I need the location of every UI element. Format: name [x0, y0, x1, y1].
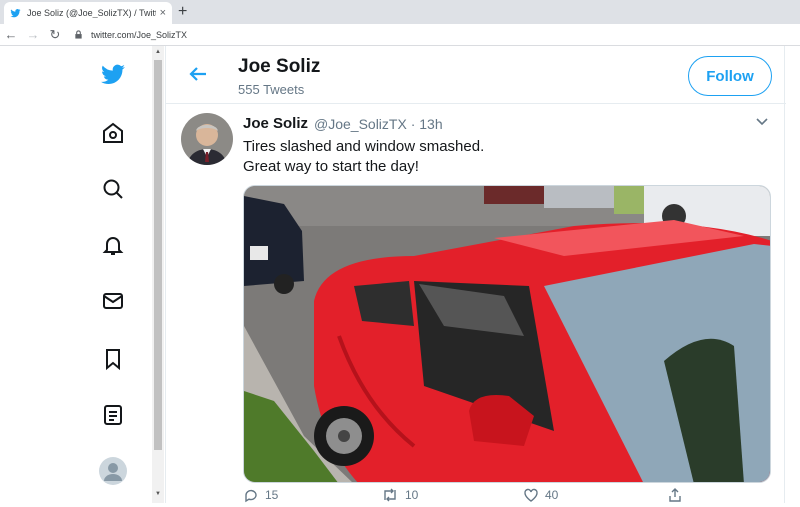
author-handle-time: @Joe_SolizTX · 13h [314, 116, 443, 132]
tweet-actions: 15 10 40 [243, 487, 771, 507]
like-count: 40 [545, 488, 559, 502]
scrollbar-thumb[interactable] [154, 60, 162, 450]
browser-tab[interactable]: Joe Soliz (@Joe_SolizTX) / Twitter × [4, 2, 172, 24]
retweet-icon [384, 488, 396, 502]
share-action[interactable] [667, 487, 683, 503]
lists-icon[interactable] [98, 400, 128, 430]
like-action[interactable]: 40 [523, 487, 558, 503]
page-scrollbar[interactable]: ▲ ▼ [152, 46, 164, 503]
scroll-down-arrow-icon[interactable]: ▼ [155, 491, 161, 497]
browser-toolbar: ← → ↻ twitter.com/Joe_SolizTX [0, 24, 800, 46]
notifications-bell-icon[interactable] [98, 230, 128, 260]
profile-avatar-icon[interactable] [98, 456, 128, 486]
reply-count: 15 [265, 488, 279, 502]
reply-icon [245, 489, 257, 503]
new-tab-button[interactable]: + [178, 2, 187, 22]
share-icon [669, 488, 681, 502]
reload-button[interactable]: ↻ [44, 27, 66, 43]
tweet-photo[interactable] [243, 185, 771, 483]
tweet-count: 555 Tweets [238, 82, 305, 97]
profile-name: Joe Soliz [238, 56, 321, 77]
retweet-count: 10 [405, 488, 419, 502]
tweet-text-line-2: Great way to start the day! [243, 158, 419, 175]
tweet-text: Tires slashed and window smashed. Great … [243, 137, 484, 177]
heart-icon [524, 488, 538, 502]
retweet-action[interactable]: 10 [381, 487, 418, 503]
lock-icon [75, 30, 82, 39]
twitter-favicon-icon [10, 8, 21, 17]
forward-nav-button[interactable]: → [22, 27, 44, 42]
tweet-text-line-1: Tires slashed and window smashed. [243, 138, 485, 155]
address-bar[interactable]: twitter.com/Joe_SolizTX [74, 30, 187, 40]
messages-envelope-icon[interactable] [98, 286, 128, 316]
back-nav-button[interactable]: ← [0, 27, 22, 42]
tweet[interactable]: Joe Soliz @Joe_SolizTX · 13h Tires slash… [166, 105, 786, 503]
tab-title: Joe Soliz (@Joe_SolizTX) / Twitter [27, 8, 156, 18]
reply-action[interactable]: 15 [243, 487, 278, 503]
twitter-sidebar [80, 46, 150, 503]
url-text: twitter.com/Joe_SolizTX [91, 29, 188, 40]
follow-button[interactable]: Follow [688, 56, 772, 96]
author-avatar[interactable] [181, 113, 233, 165]
twitter-logo-icon[interactable] [98, 60, 128, 90]
tab-close-icon[interactable]: × [160, 7, 166, 19]
author-name[interactable]: Joe Soliz [243, 115, 308, 132]
chevron-down-icon[interactable] [754, 113, 770, 129]
bookmarks-icon[interactable] [98, 344, 128, 374]
home-icon[interactable] [98, 118, 128, 148]
scroll-up-arrow-icon[interactable]: ▲ [155, 49, 161, 55]
explore-search-icon[interactable] [98, 174, 128, 204]
browser-tab-bar: Joe Soliz (@Joe_SolizTX) / Twitter × + [0, 0, 800, 24]
back-arrow-icon[interactable] [186, 62, 210, 86]
main-column: Joe Soliz 555 Tweets Follow Joe Soliz @J… [165, 46, 786, 503]
profile-header: Joe Soliz 555 Tweets Follow [166, 46, 786, 104]
